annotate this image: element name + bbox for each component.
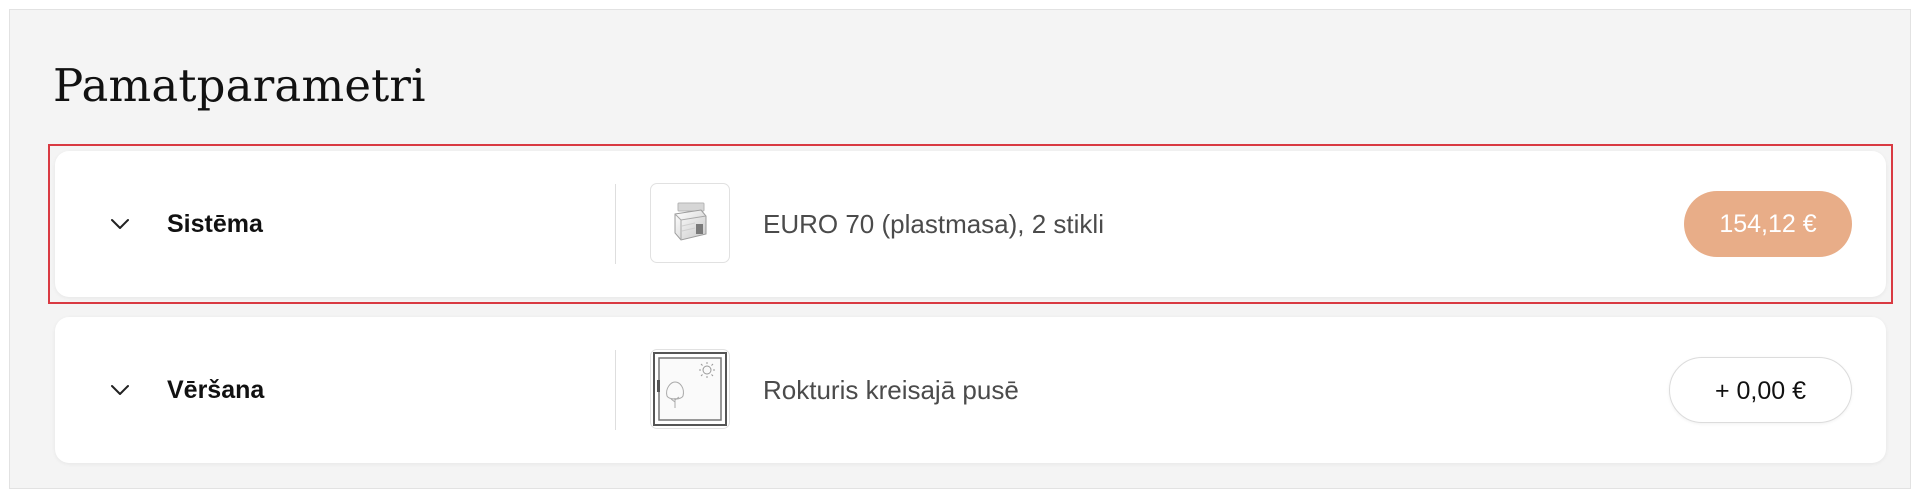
price-badge[interactable]: + 0,00 € (1669, 357, 1852, 423)
option-label: Vēršana (167, 376, 265, 404)
option-label: Sistēma (167, 210, 263, 238)
row-divider (615, 184, 616, 264)
option-value: Rokturis kreisajā pusē (763, 375, 1019, 405)
basic-parameters-panel: Pamatparametri Sistēma EURO 70 (plastmas… (9, 9, 1911, 489)
option-value: EURO 70 (plastmasa), 2 stikli (763, 209, 1104, 239)
row-divider (615, 350, 616, 430)
option-row-system[interactable]: Sistēma EURO 70 (plastmasa), 2 stikli 15… (55, 151, 1886, 297)
chevron-down-icon[interactable] (103, 207, 137, 241)
window-opening-icon (650, 349, 730, 429)
section-title: Pamatparametri (53, 59, 426, 112)
chevron-down-icon[interactable] (103, 373, 137, 407)
option-row-opening[interactable]: Vēršana Rokturis kreisajā pusē + 0,00 € (55, 317, 1886, 463)
price-badge[interactable]: 154,12 € (1684, 191, 1852, 257)
window-profile-icon (650, 183, 730, 263)
